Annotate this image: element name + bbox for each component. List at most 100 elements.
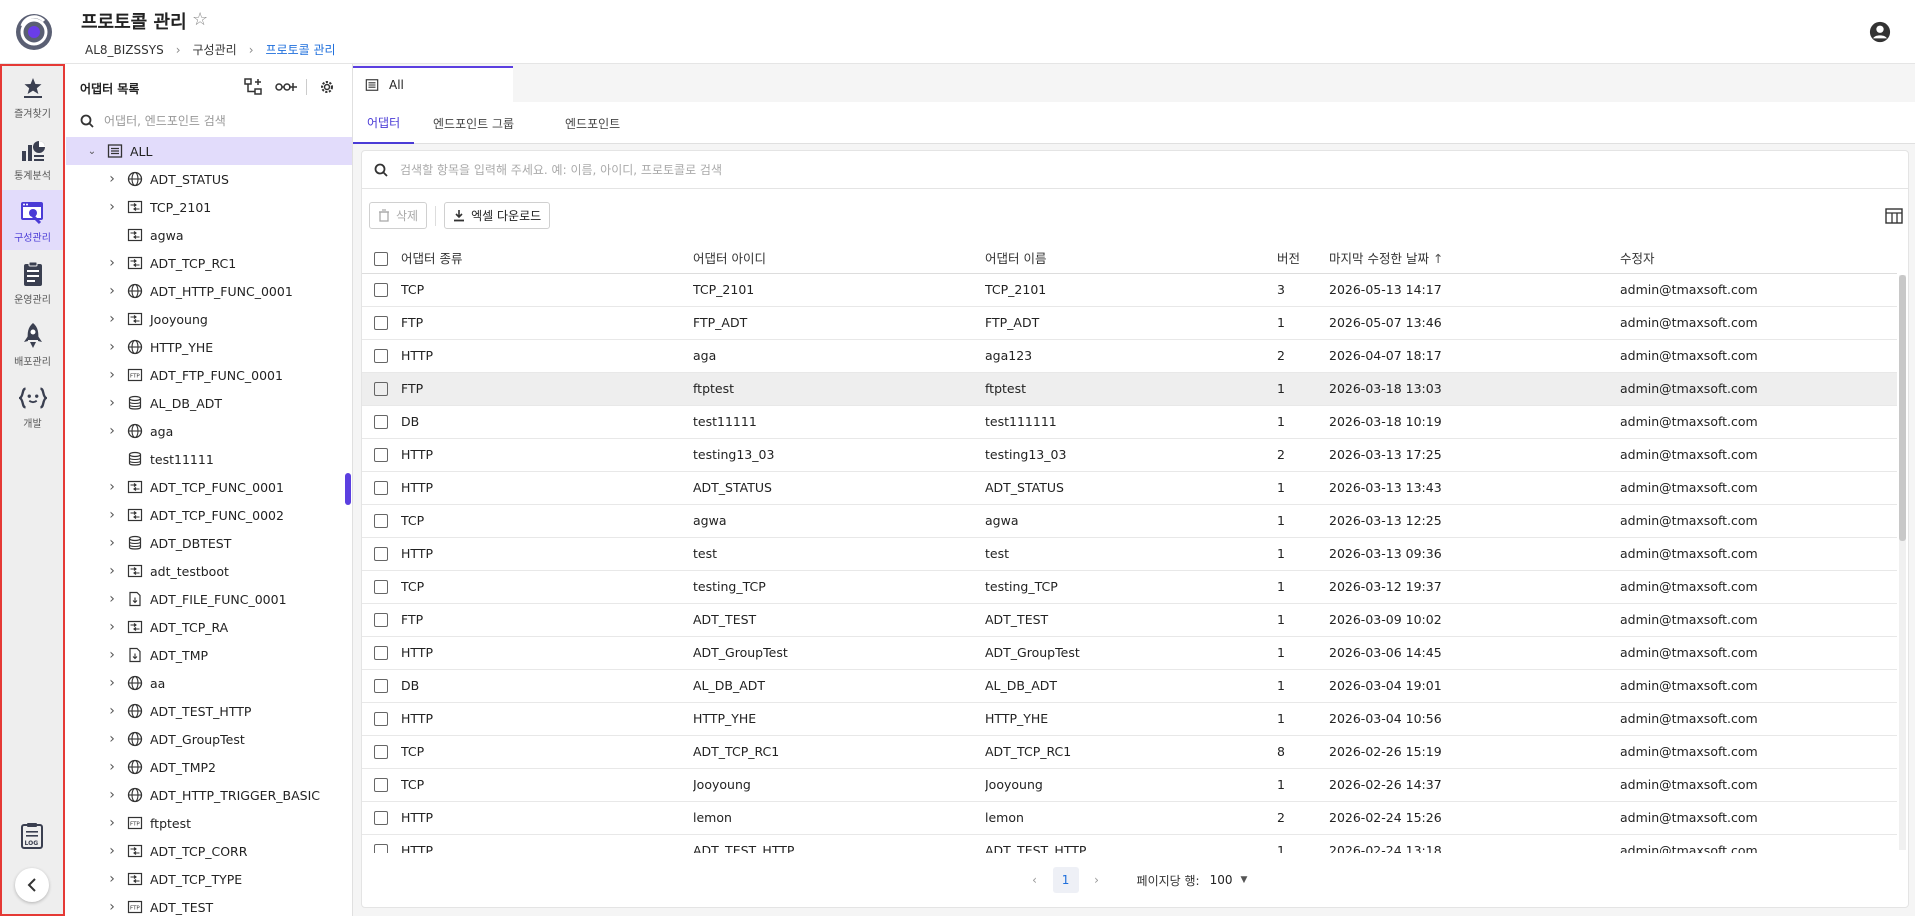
tree-item[interactable]: › ADT_TEST_HTTP xyxy=(66,697,352,725)
chevron-right-icon[interactable]: › xyxy=(106,367,118,383)
table-row[interactable]: FTP FTP_ADT FTP_ADT 1 2026-05-07 13:46 admin@… xyxy=(362,306,1897,340)
doc-tab-all[interactable]: All xyxy=(353,66,513,102)
tree-item[interactable]: › FTP ADT_FTP_FUNC_0001 xyxy=(66,361,352,389)
add-adapter-button[interactable] xyxy=(242,76,266,98)
tree-item[interactable]: › Jooyoung xyxy=(66,305,352,333)
table-row[interactable]: DB AL_DB_ADT AL_DB_ADT 1 2026-03-04 19:01 adm… xyxy=(362,669,1897,703)
log-icon[interactable]: LOG xyxy=(20,822,44,850)
row-checkbox[interactable] xyxy=(374,580,388,595)
chevron-right-icon[interactable]: › xyxy=(106,647,118,663)
nav-item-dev[interactable]: 개발 xyxy=(2,376,63,436)
breadcrumb-item[interactable]: 구성관리 xyxy=(193,41,237,58)
chevron-right-icon[interactable]: › xyxy=(106,871,118,887)
chevron-right-icon[interactable]: › xyxy=(106,787,118,803)
chevron-right-icon[interactable]: › xyxy=(106,563,118,579)
table-row[interactable]: HTTP HTTP_YHE HTTP_YHE 1 2026-03-04 10:56 adm… xyxy=(362,702,1897,736)
chevron-right-icon[interactable]: › xyxy=(106,759,118,775)
column-header-sorted[interactable]: 마지막 수정한 날짜 ↑ xyxy=(1329,243,1620,274)
table-row[interactable]: HTTP ADT_GroupTest ADT_GroupTest 1 2026-03-0… xyxy=(362,636,1897,670)
table-row[interactable]: DB test11111 test111111 1 2026-03-18 10:19 ad… xyxy=(362,405,1897,439)
tree-item[interactable]: › ADT_TCP_RC1 xyxy=(66,249,352,277)
row-checkbox[interactable] xyxy=(374,547,388,562)
tree-item[interactable]: › ADT_TCP_CORR xyxy=(66,837,352,865)
row-checkbox[interactable] xyxy=(374,646,388,661)
scrollbar-thumb[interactable] xyxy=(1899,275,1906,541)
chevron-right-icon[interactable]: › xyxy=(106,255,118,271)
row-checkbox[interactable] xyxy=(374,382,388,397)
tree-item[interactable]: › aga xyxy=(66,417,352,445)
next-page-icon[interactable]: › xyxy=(1085,873,1109,887)
row-checkbox[interactable] xyxy=(374,415,388,430)
tree-item[interactable]: › ADT_TCP_TYPE xyxy=(66,865,352,893)
sort-ascending-icon[interactable]: ↑ xyxy=(1433,251,1443,266)
tree-item[interactable]: › ADT_TCP_FUNC_0001 xyxy=(66,473,352,501)
chevron-right-icon[interactable]: › xyxy=(106,507,118,523)
chevron-right-icon[interactable]: › xyxy=(106,591,118,607)
column-header[interactable]: 수정자 xyxy=(1620,243,1897,274)
tree-search-input[interactable] xyxy=(104,114,324,128)
favorite-star-icon[interactable]: ☆ xyxy=(192,9,208,30)
row-checkbox[interactable] xyxy=(374,349,388,364)
panel-resize-handle[interactable] xyxy=(345,473,351,505)
chevron-right-icon[interactable]: › xyxy=(106,815,118,831)
row-checkbox[interactable] xyxy=(374,745,388,760)
tree-item[interactable]: › ADT_GroupTest xyxy=(66,725,352,753)
tree-settings-button[interactable] xyxy=(315,76,339,98)
tree-item[interactable]: › ADT_TCP_FUNC_0002 xyxy=(66,501,352,529)
table-row[interactable]: TCP testing_TCP testing_TCP 1 2026-03-12 19:… xyxy=(362,570,1897,604)
chevron-right-icon[interactable]: › xyxy=(106,619,118,635)
row-checkbox[interactable] xyxy=(374,481,388,496)
column-header[interactable]: 어댑터 이름 xyxy=(985,243,1277,274)
nav-item-deploy[interactable]: 배포관리 xyxy=(2,314,63,374)
chevron-right-icon[interactable]: › xyxy=(106,171,118,187)
row-checkbox[interactable] xyxy=(374,283,388,298)
tree-item[interactable]: › AL_DB_ADT xyxy=(66,389,352,417)
tree-root-all[interactable]: ⌄ ALL xyxy=(66,137,352,165)
row-checkbox[interactable] xyxy=(374,448,388,463)
tree-item[interactable]: test11111 xyxy=(66,445,352,473)
column-settings-icon[interactable] xyxy=(1885,207,1903,225)
tree-item[interactable]: › TCP_2101 xyxy=(66,193,352,221)
nav-item-statistics[interactable]: 통계분석 xyxy=(2,128,63,188)
chevron-right-icon[interactable]: › xyxy=(106,703,118,719)
chevron-right-icon[interactable]: › xyxy=(106,731,118,747)
table-row[interactable]: TCP Jooyoung Jooyoung 1 2026-02-26 14:37 admi… xyxy=(362,768,1897,802)
tree-item[interactable]: agwa xyxy=(66,221,352,249)
row-checkbox[interactable] xyxy=(374,613,388,628)
tree-item[interactable]: › ADT_DBTEST xyxy=(66,529,352,557)
row-checkbox[interactable] xyxy=(374,316,388,331)
table-scrollbar[interactable] xyxy=(1899,275,1906,850)
tree-item[interactable]: › ADT_FILE_FUNC_0001 xyxy=(66,585,352,613)
chevron-right-icon[interactable]: › xyxy=(106,423,118,439)
tree-item[interactable]: › adt_testboot xyxy=(66,557,352,585)
column-header[interactable]: 버전 xyxy=(1277,243,1329,274)
tree-item[interactable]: › FTP ADT_TEST xyxy=(66,893,352,916)
chevron-right-icon[interactable]: › xyxy=(106,675,118,691)
nav-item-favorites[interactable]: 즐겨찾기 xyxy=(2,66,63,126)
chevron-right-icon[interactable]: › xyxy=(106,479,118,495)
chevron-right-icon[interactable]: › xyxy=(106,535,118,551)
page-number[interactable]: 1 xyxy=(1052,867,1079,893)
row-checkbox[interactable] xyxy=(374,778,388,793)
table-row[interactable]: TCP TCP_2101 TCP_2101 3 2026-05-13 14:17 admi… xyxy=(362,273,1897,307)
row-checkbox[interactable] xyxy=(374,844,388,853)
table-search-input[interactable] xyxy=(400,162,1800,177)
chevron-right-icon[interactable]: › xyxy=(106,395,118,411)
tree-item[interactable]: › ADT_TCP_RA xyxy=(66,613,352,641)
prev-page-icon[interactable]: ‹ xyxy=(1023,873,1047,887)
row-checkbox[interactable] xyxy=(374,679,388,694)
chevron-down-icon[interactable]: ⌄ xyxy=(86,146,98,157)
app-logo-icon[interactable] xyxy=(14,12,54,52)
table-row[interactable]: HTTP ADT_TEST_HTTP ADT_TEST_HTTP 1 2026-02-2… xyxy=(362,834,1897,853)
table-row[interactable]: HTTP lemon lemon 2 2026-02-24 15:26 admin@tma… xyxy=(362,801,1897,835)
add-endpoint-button[interactable] xyxy=(274,76,298,98)
nav-item-config[interactable]: 구성관리 xyxy=(2,190,63,250)
rows-per-page-select[interactable]: 100 ▼ xyxy=(1210,873,1248,887)
chevron-right-icon[interactable]: › xyxy=(106,199,118,215)
chevron-right-icon[interactable]: › xyxy=(106,311,118,327)
table-row[interactable]: TCP agwa agwa 1 2026-03-13 12:25 admin@tmaxso… xyxy=(362,504,1897,538)
tree-item[interactable]: › ADT_TMP xyxy=(66,641,352,669)
breadcrumb-item[interactable]: AL8_BIZSSYS xyxy=(85,43,164,57)
table-row[interactable]: TCP ADT_TCP_RC1 ADT_TCP_RC1 8 2026-02-26 15:… xyxy=(362,735,1897,769)
table-row[interactable]: HTTP aga aga123 2 2026-04-07 18:17 admin@tmax… xyxy=(362,339,1897,373)
